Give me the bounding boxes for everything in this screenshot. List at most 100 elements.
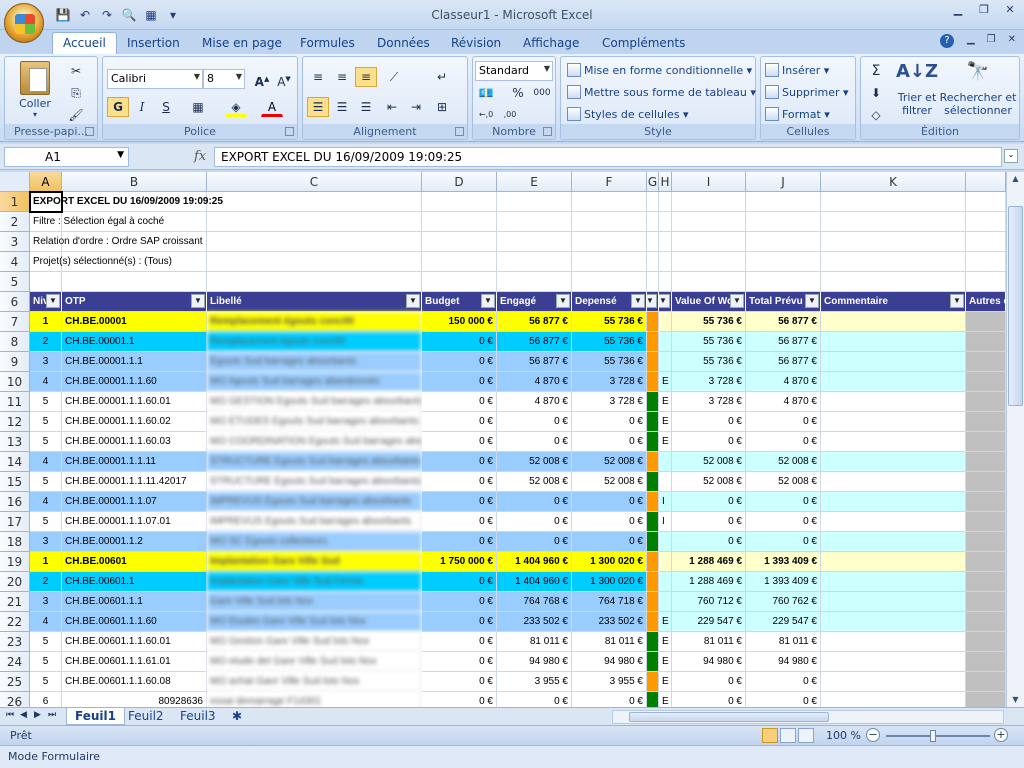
cell-eng[interactable]: 764 768 € (497, 592, 572, 612)
cell-budget[interactable]: 0 € (422, 672, 497, 692)
cell[interactable] (821, 372, 966, 392)
cell-lib[interactable]: MO COORDINATION Egouts Sud barrages abso… (207, 432, 422, 452)
cell[interactable] (821, 692, 966, 707)
cell[interactable] (821, 352, 966, 372)
align-center-icon[interactable]: ☰ (331, 97, 353, 117)
cell-tp[interactable]: 4 870 € (746, 392, 821, 412)
cell-eng[interactable]: 56 877 € (497, 332, 572, 352)
orientation-icon[interactable]: ⟋ (383, 67, 405, 87)
cell-tp[interactable]: 56 877 € (746, 352, 821, 372)
row-header-17[interactable]: 17 (0, 512, 30, 532)
cell-budget[interactable]: 0 € (422, 612, 497, 632)
cell-dep[interactable]: 3 728 € (572, 392, 647, 412)
column-header-j[interactable]: J (746, 172, 821, 192)
insert-function-icon[interactable]: fx (194, 149, 206, 164)
filter-dropdown-icon[interactable]: ▼ (730, 294, 744, 308)
cell-lib[interactable]: MO SC Egouts collecteurs (207, 532, 422, 552)
cell[interactable] (966, 412, 1006, 432)
filter-dropdown-icon[interactable]: ▼ (950, 294, 964, 308)
cell-budget[interactable]: 0 € (422, 692, 497, 707)
underline-button[interactable]: S (155, 97, 177, 117)
cell-dep[interactable]: 233 502 € (572, 612, 647, 632)
cell-h[interactable] (659, 312, 672, 332)
cell-otp[interactable]: CH.BE.00001.1.1.60.03 (62, 432, 207, 452)
cell[interactable] (966, 212, 1006, 232)
cell[interactable] (821, 652, 966, 672)
align-bottom-icon[interactable]: ≡ (355, 67, 377, 87)
cell-lib[interactable]: Implantation Gare Ville Sud Ferme (207, 572, 422, 592)
cell-eng[interactable]: 0 € (497, 692, 572, 707)
tab-formules[interactable]: Formules (300, 34, 355, 54)
row-header-9[interactable]: 9 (0, 352, 30, 372)
cell[interactable] (746, 272, 821, 292)
borders-icon[interactable]: ▦ (187, 97, 209, 117)
row-header-7[interactable]: 7 (0, 312, 30, 332)
cell-vow[interactable]: 0 € (672, 672, 746, 692)
scroll-down-icon[interactable]: ▼ (1008, 693, 1023, 707)
cell-vow[interactable]: 0 € (672, 512, 746, 532)
cell[interactable] (746, 252, 821, 272)
sheet-tab-feuil3[interactable]: Feuil3 (172, 708, 224, 725)
cell-eng[interactable]: 52 008 € (497, 472, 572, 492)
cell[interactable] (647, 232, 659, 252)
tab-donnees[interactable]: Données (377, 34, 430, 54)
expand-formula-icon[interactable]: ⌄ (1004, 149, 1018, 163)
insert-button[interactable]: Insérer ▾ (765, 61, 829, 81)
cell[interactable] (647, 272, 659, 292)
cell-dep[interactable]: 0 € (572, 412, 647, 432)
font-name-select[interactable]: Calibri ▼ (107, 69, 203, 89)
wb-restore-icon[interactable]: ❐ (987, 34, 996, 45)
zoom-level[interactable]: 100 % (826, 729, 861, 742)
cell[interactable] (672, 252, 746, 272)
cell[interactable] (821, 452, 966, 472)
font-launcher-icon[interactable] (285, 127, 294, 136)
cell-dep[interactable]: 3 728 € (572, 372, 647, 392)
cell-vow[interactable]: 0 € (672, 412, 746, 432)
cell-vow[interactable]: 0 € (672, 532, 746, 552)
cell[interactable] (647, 472, 659, 492)
cell[interactable] (572, 212, 647, 232)
row-header-14[interactable]: 14 (0, 452, 30, 472)
cell-h[interactable]: E (659, 432, 672, 452)
decrease-indent-icon[interactable]: ⇤ (381, 97, 403, 117)
cell-dep[interactable]: 0 € (572, 532, 647, 552)
cell-styles-button[interactable]: Styles de cellules ▾ (567, 105, 689, 125)
delete-button[interactable]: Supprimer ▾ (765, 83, 849, 103)
cell-tp[interactable]: 4 870 € (746, 372, 821, 392)
cell-tp[interactable]: 94 980 € (746, 652, 821, 672)
cell-tp[interactable]: 0 € (746, 432, 821, 452)
cell[interactable] (966, 372, 1006, 392)
bold-button[interactable]: G (107, 97, 129, 117)
cell-dep[interactable]: 0 € (572, 432, 647, 452)
grow-font-icon[interactable]: A▲ (251, 69, 273, 89)
cell-tp[interactable]: 52 008 € (746, 452, 821, 472)
filter-dropdown-icon[interactable]: ▼ (805, 294, 819, 308)
cell-niv[interactable]: 5 (30, 512, 62, 532)
cell-dep[interactable]: 3 955 € (572, 672, 647, 692)
cell-otp[interactable]: 80928636 (62, 692, 207, 707)
column-header-c[interactable]: C (207, 172, 422, 192)
cell-niv[interactable]: 5 (30, 632, 62, 652)
normal-view-icon[interactable] (762, 728, 778, 743)
sort-filter-button[interactable]: A↓Z Trier et filtrer (895, 61, 939, 117)
cell-eng[interactable]: 81 011 € (497, 632, 572, 652)
cell[interactable] (821, 412, 966, 432)
cell-eng[interactable]: 3 955 € (497, 672, 572, 692)
wrap-text-icon[interactable]: ↵ (431, 67, 453, 87)
cell-dep[interactable]: 1 300 020 € (572, 552, 647, 572)
row-header-10[interactable]: 10 (0, 372, 30, 392)
format-button[interactable]: Format ▾ (765, 105, 830, 125)
zoom-out-icon[interactable]: − (866, 728, 880, 742)
cell-dep[interactable]: 55 736 € (572, 332, 647, 352)
cell[interactable] (966, 692, 1006, 707)
row-header-22[interactable]: 22 (0, 612, 30, 632)
cell-niv[interactable]: 2 (30, 572, 62, 592)
cell[interactable] (966, 252, 1006, 272)
cell-dep[interactable]: 55 736 € (572, 312, 647, 332)
cell[interactable] (966, 632, 1006, 652)
sheet-tab-feuil1[interactable]: Feuil1 (66, 708, 125, 725)
cell[interactable] (966, 472, 1006, 492)
filter-dropdown-icon[interactable]: ▼ (659, 294, 670, 308)
cell[interactable] (647, 432, 659, 452)
cell-budget[interactable]: 0 € (422, 572, 497, 592)
